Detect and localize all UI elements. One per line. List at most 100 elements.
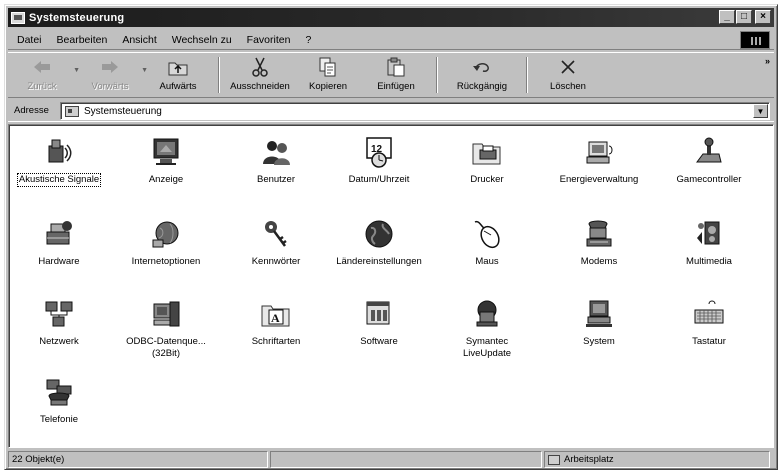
item-label: Anzeige: [148, 174, 184, 185]
icon-view: Akustische Signale Anzeige Benutzer 12 D…: [8, 124, 774, 448]
title-bar[interactable]: Systemsteuerung _ □ ×: [8, 8, 774, 27]
item-label: Schriftarten: [251, 336, 301, 347]
undo-button[interactable]: Rückgängig: [444, 53, 520, 97]
item-label: Gamecontroller: [676, 174, 742, 185]
item-label: Datum/Uhrzeit: [348, 174, 410, 185]
toolbar-overflow-chevron[interactable]: »: [765, 56, 770, 66]
delete-label: Löschen: [550, 81, 586, 92]
control-item-system[interactable]: System: [549, 297, 649, 348]
back-button[interactable]: Zurück ▼: [8, 53, 80, 97]
address-value: Systemsteuerung: [84, 105, 162, 117]
item-label: Akustische Signale: [16, 173, 102, 187]
forward-button[interactable]: Vorwärts ▼: [76, 53, 148, 97]
cut-button[interactable]: Ausschneiden: [226, 53, 294, 97]
control-item-laendereinstellungen[interactable]: Ländereinstellungen: [329, 217, 429, 268]
globe-icon: [149, 217, 183, 251]
multimedia-icon: [692, 217, 726, 251]
clock-icon: 12: [362, 135, 396, 169]
control-item-anzeige[interactable]: Anzeige: [116, 135, 216, 186]
close-button[interactable]: ×: [755, 10, 771, 24]
address-dropdown-button[interactable]: ▼: [753, 104, 768, 118]
menu-ansicht[interactable]: Ansicht: [122, 34, 156, 46]
control-item-datum-uhrzeit[interactable]: 12 Datum/Uhrzeit: [329, 135, 429, 186]
undo-icon: [471, 57, 493, 77]
item-label: ODBC-Datenque... (32Bit): [126, 336, 206, 359]
liveupdate-icon: [470, 297, 504, 331]
control-item-tastatur[interactable]: Tastatur: [659, 297, 759, 348]
item-label: Symantec LiveUpdate: [462, 336, 512, 359]
keyboard-icon: [692, 297, 726, 331]
explorer-window: Systemsteuerung _ □ × Datei Bearbeiten A…: [4, 4, 778, 470]
hardware-icon: [42, 217, 76, 251]
address-label: Adresse: [14, 105, 49, 116]
power-icon: [582, 135, 616, 169]
globe-dark-icon: [362, 217, 396, 251]
control-item-kennwoerter[interactable]: Kennwörter: [226, 217, 326, 268]
paste-label: Einfügen: [377, 81, 415, 92]
control-item-drucker[interactable]: Drucker: [437, 135, 537, 186]
control-item-schriftarten[interactable]: A Schriftarten: [226, 297, 326, 348]
software-icon: [362, 297, 396, 331]
control-item-hardware[interactable]: Hardware: [9, 217, 109, 268]
status-zone: Arbeitsplatz: [544, 451, 770, 468]
address-bar: Adresse Systemsteuerung ▼: [8, 100, 774, 122]
control-item-gamecontroller[interactable]: Gamecontroller: [659, 135, 759, 186]
control-item-symantec-liveupdate[interactable]: Symantec LiveUpdate: [437, 297, 537, 360]
up-button[interactable]: Aufwärts: [144, 53, 212, 97]
copy-label: Kopieren: [308, 81, 348, 92]
control-item-energieverwaltung[interactable]: Energieverwaltung: [549, 135, 649, 186]
delete-button[interactable]: Löschen: [534, 53, 602, 97]
item-label: Netzwerk: [39, 336, 79, 347]
item-label: Telefonie: [39, 414, 79, 425]
windows-logo-icon: [740, 31, 770, 49]
window-controls: _ □ ×: [718, 10, 771, 24]
control-item-maus[interactable]: Maus: [437, 217, 537, 268]
toolbar-separator: [526, 57, 528, 93]
svg-text:A: A: [271, 311, 280, 325]
item-label: Software: [360, 336, 398, 347]
control-item-telefonie[interactable]: Telefonie: [9, 375, 109, 426]
telephone-icon: [42, 375, 76, 409]
copy-button[interactable]: Kopieren: [294, 53, 362, 97]
back-arrow-icon: [31, 57, 53, 77]
status-bar: 22 Objekt(e) Arbeitsplatz: [8, 451, 774, 468]
control-item-internetoptionen[interactable]: Internetoptionen: [116, 217, 216, 268]
fonts-folder-icon: A: [259, 297, 293, 331]
control-item-netzwerk[interactable]: Netzwerk: [9, 297, 109, 348]
monitor-icon: [149, 135, 183, 169]
menu-bearbeiten[interactable]: Bearbeiten: [57, 34, 108, 46]
status-object-count: 22 Objekt(e): [8, 451, 268, 468]
item-label: Benutzer: [256, 174, 296, 185]
control-item-odbc[interactable]: ODBC-Datenque... (32Bit): [116, 297, 216, 360]
users-icon: [259, 135, 293, 169]
address-field[interactable]: Systemsteuerung ▼: [60, 102, 770, 120]
keys-icon: [259, 217, 293, 251]
menu-wechseln-zu[interactable]: Wechseln zu: [172, 34, 232, 46]
menu-favoriten[interactable]: Favoriten: [247, 34, 291, 46]
control-item-modems[interactable]: Modems: [549, 217, 649, 268]
menu-datei[interactable]: Datei: [17, 34, 42, 46]
toolbar-separator: [218, 57, 220, 93]
mouse-icon: [470, 217, 504, 251]
my-computer-icon: [548, 454, 560, 465]
status-panel-empty: [270, 451, 542, 468]
item-label: Kennwörter: [251, 256, 301, 267]
maximize-button[interactable]: □: [736, 10, 752, 24]
control-item-akustische-signale[interactable]: Akustische Signale: [9, 135, 109, 187]
item-label: Drucker: [470, 174, 504, 185]
scissors-icon: [249, 57, 271, 77]
control-panel-icon: [11, 11, 25, 24]
computer-icon: [582, 297, 616, 331]
menu-help[interactable]: ?: [305, 34, 311, 46]
cut-label: Ausschneiden: [230, 81, 290, 92]
minimize-button[interactable]: _: [719, 10, 735, 24]
status-zone-label: Arbeitsplatz: [564, 454, 614, 465]
control-item-multimedia[interactable]: Multimedia: [659, 217, 759, 268]
back-label: Zurück: [27, 81, 57, 92]
up-label: Aufwärts: [159, 81, 197, 92]
paste-button[interactable]: Einfügen: [362, 53, 430, 97]
control-item-software[interactable]: Software: [329, 297, 429, 348]
control-item-benutzer[interactable]: Benutzer: [226, 135, 326, 186]
window-title: Systemsteuerung: [29, 11, 125, 24]
toolbar-separator: [436, 57, 438, 93]
